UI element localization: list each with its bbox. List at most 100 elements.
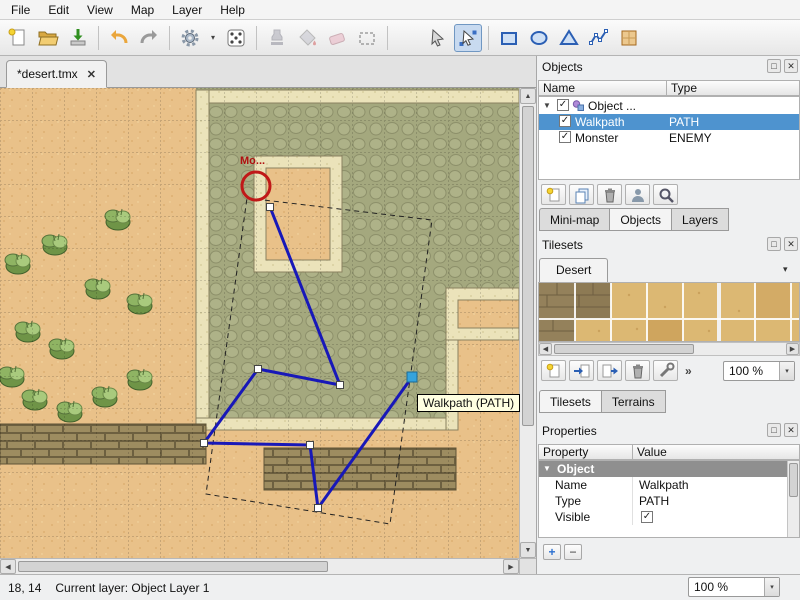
property-row-name[interactable]: Name Walkpath <box>539 477 799 493</box>
menu-edit[interactable]: Edit <box>39 1 78 19</box>
insert-ellipse-button[interactable] <box>525 24 553 52</box>
insert-polyline-button[interactable] <box>585 24 613 52</box>
object-visibility-checkbox[interactable]: ✓ <box>559 115 571 127</box>
float-dock-button[interactable]: □ <box>767 237 781 251</box>
object-layer-row[interactable]: ▼ ✓ Object ... <box>539 98 799 114</box>
canvas-vertical-scrollbar[interactable]: ▲ ▼ <box>519 88 536 558</box>
export-tileset-button[interactable] <box>597 360 622 381</box>
dropdown-arrow-icon[interactable]: ▾ <box>779 362 794 380</box>
visible-checkbox[interactable]: ✓ <box>641 511 653 523</box>
objects-tree[interactable]: ▼ ✓ Object ... ✓ Walkpath PATH ✓ Monster… <box>538 96 800 180</box>
menu-view[interactable]: View <box>78 1 122 19</box>
move-objects-button[interactable] <box>625 184 650 205</box>
layer-visibility-checkbox[interactable]: ✓ <box>557 99 569 111</box>
right-arrow-icon: ▶ <box>508 563 513 571</box>
horizontal-scroll-thumb[interactable] <box>554 344 694 354</box>
redo-button[interactable] <box>135 24 163 52</box>
map-canvas[interactable]: Mo... <box>0 88 519 558</box>
object-type: ENEMY <box>669 131 712 145</box>
property-row-visible[interactable]: Visible ✓ <box>539 509 799 525</box>
tileset-selector-dropdown-icon[interactable]: ▾ <box>783 264 788 275</box>
import-tileset-button[interactable] <box>569 360 594 381</box>
execute-command-button[interactable] <box>176 24 204 52</box>
tab-terrains[interactable]: Terrains <box>602 390 666 413</box>
scroll-left-button[interactable]: ◀ <box>539 343 552 355</box>
column-header-value[interactable]: Value <box>632 444 800 460</box>
vertical-scroll-thumb[interactable] <box>522 106 534 426</box>
tab-layers[interactable]: Layers <box>672 208 729 231</box>
close-dock-button[interactable]: ✕ <box>784 237 798 251</box>
stamp-brush-button[interactable] <box>263 24 291 52</box>
eraser-button[interactable] <box>323 24 351 52</box>
add-object-layer-button[interactable] <box>541 184 566 205</box>
property-row-type[interactable]: Type PATH <box>539 493 799 509</box>
document-tab[interactable]: *desert.tmx ✕ <box>6 60 107 88</box>
duplicate-objects-button[interactable] <box>569 184 594 205</box>
dropdown-arrow-icon[interactable]: ▾ <box>764 578 779 596</box>
close-dock-button[interactable]: ✕ <box>784 423 798 437</box>
property-group-row[interactable]: ▼ Object <box>539 461 799 477</box>
random-mode-button[interactable] <box>222 24 250 52</box>
scroll-up-button[interactable]: ▲ <box>520 88 536 104</box>
insert-rectangle-button[interactable] <box>495 24 523 52</box>
open-file-button[interactable] <box>34 24 62 52</box>
float-dock-button[interactable]: □ <box>767 423 781 437</box>
tab-close-icon[interactable]: ✕ <box>87 68 96 81</box>
toolbar-overflow-icon[interactable]: » <box>685 364 692 378</box>
tileset-tab-desert[interactable]: Desert <box>539 258 608 282</box>
column-header-type[interactable]: Type <box>666 80 800 96</box>
selected-vertex-handle[interactable] <box>407 372 417 382</box>
walkpath-object-row[interactable]: ✓ Walkpath PATH <box>539 114 799 130</box>
new-tileset-button[interactable] <box>541 360 566 381</box>
object-visibility-checkbox[interactable]: ✓ <box>559 131 571 143</box>
canvas-horizontal-scrollbar[interactable]: ◀ ▶ <box>0 558 519 574</box>
rectangular-select-button[interactable] <box>353 24 381 52</box>
remove-objects-button[interactable] <box>597 184 622 205</box>
column-header-property[interactable]: Property <box>538 444 633 460</box>
menu-help[interactable]: Help <box>211 1 254 19</box>
status-bar: 18, 14 Current layer: Object Layer 1 <box>0 574 800 600</box>
column-header-name[interactable]: Name <box>538 80 667 96</box>
expander-icon[interactable]: ▼ <box>543 464 551 473</box>
select-objects-button[interactable] <box>424 24 452 52</box>
command-dropdown-button[interactable]: ▾ <box>206 24 220 52</box>
properties-scrollbar[interactable] <box>787 461 799 537</box>
insert-polygon-button[interactable] <box>555 24 583 52</box>
new-file-button[interactable] <box>4 24 32 52</box>
horizontal-scroll-thumb[interactable] <box>18 561 328 572</box>
edit-tileset-button[interactable] <box>653 360 678 381</box>
remove-tileset-button[interactable] <box>625 360 650 381</box>
menu-file[interactable]: File <box>2 1 39 19</box>
bucket-fill-button[interactable] <box>293 24 321 52</box>
tileset-zoom-combo[interactable]: 100 % ▾ <box>723 361 795 381</box>
property-value[interactable]: Walkpath <box>633 477 799 493</box>
menu-map[interactable]: Map <box>122 1 163 19</box>
tileset-view[interactable] <box>538 282 800 342</box>
expander-icon[interactable]: ▼ <box>543 101 551 110</box>
close-dock-button[interactable]: ✕ <box>784 59 798 73</box>
vertical-scroll-thumb[interactable] <box>789 463 798 497</box>
save-button[interactable] <box>64 24 92 52</box>
rectangle-shape-icon <box>498 27 520 49</box>
insert-tile-button[interactable] <box>615 24 643 52</box>
tileset-horizontal-scrollbar[interactable]: ◀ ▶ <box>538 342 800 356</box>
monster-object-row[interactable]: ✓ Monster ENEMY <box>539 130 799 146</box>
scroll-right-button[interactable]: ▶ <box>503 559 519 574</box>
tab-objects[interactable]: Objects <box>610 208 672 231</box>
scroll-right-button[interactable]: ▶ <box>786 343 799 355</box>
tab-tilesets[interactable]: Tilesets <box>539 390 602 413</box>
undo-button[interactable] <box>105 24 133 52</box>
scroll-down-button[interactable]: ▼ <box>520 542 536 558</box>
properties-table[interactable]: ▼ Object Name Walkpath Type PATH Visible… <box>538 460 800 538</box>
menu-layer[interactable]: Layer <box>163 1 211 19</box>
map-zoom-combo[interactable]: 100 % ▾ <box>688 577 780 597</box>
add-property-button[interactable]: + <box>543 544 561 560</box>
scroll-left-button[interactable]: ◀ <box>0 559 16 574</box>
property-value[interactable]: PATH <box>633 493 799 509</box>
remove-property-button[interactable]: − <box>564 544 582 560</box>
float-dock-button[interactable]: □ <box>767 59 781 73</box>
edit-polygons-button[interactable] <box>454 24 482 52</box>
object-properties-button[interactable] <box>653 184 678 205</box>
new-tileset-icon <box>545 362 563 380</box>
tab-mini-map[interactable]: Mini-map <box>539 208 610 231</box>
